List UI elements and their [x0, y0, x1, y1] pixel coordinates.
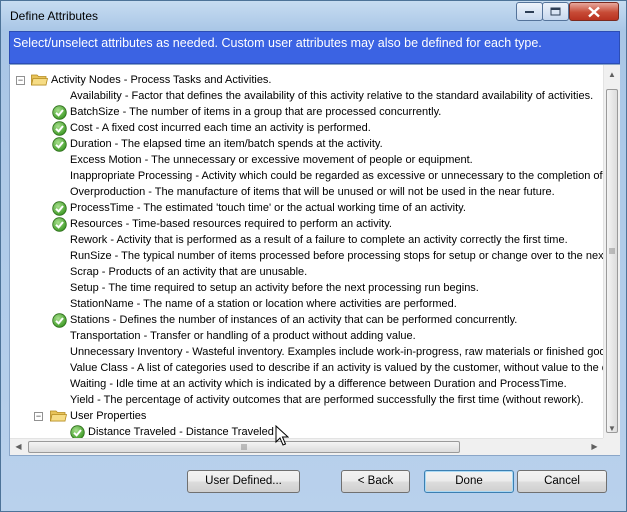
scroll-left-arrow-icon[interactable]: ◀ [10, 439, 27, 455]
minimize-icon [524, 10, 534, 13]
tree-attribute-item[interactable]: Duration - The elapsed time an item/batc… [70, 136, 383, 152]
horizontal-scroll-thumb[interactable] [28, 441, 460, 453]
checked-icon[interactable] [52, 313, 67, 328]
define-attributes-window: Define Attributes Select/unselect attrib… [0, 0, 627, 512]
checked-icon[interactable] [52, 121, 67, 136]
expander-icon[interactable]: − [34, 412, 43, 421]
tree-attribute-item[interactable]: Distance Traveled - Distance Traveled [88, 424, 274, 438]
checked-icon[interactable] [52, 201, 67, 216]
tree-attribute-item[interactable]: Yield - The percentage of activity outco… [70, 392, 584, 408]
folder-icon [49, 410, 68, 422]
expander-icon[interactable]: − [16, 76, 25, 85]
tree-group-item[interactable]: Activity Nodes - Process Tasks and Activ… [51, 72, 272, 88]
scroll-up-arrow-icon[interactable]: ▲ [604, 66, 620, 83]
tree-attribute-item[interactable]: Availability - Factor that defines the a… [70, 88, 593, 104]
tree-attribute-item[interactable]: Stations - Defines the number of instanc… [70, 312, 517, 328]
tree-attribute-item[interactable]: Excess Motion - The unnecessary or exces… [70, 152, 473, 168]
tree-attribute-item[interactable]: Transportation - Transfer or handling of… [70, 328, 416, 344]
checked-icon[interactable] [52, 217, 67, 232]
title-bar[interactable]: Define Attributes [1, 1, 626, 29]
tree-attribute-item[interactable]: Inappropriate Processing - Activity whic… [70, 168, 603, 184]
window-title: Define Attributes [10, 9, 99, 23]
maximize-button[interactable] [542, 2, 569, 21]
tree-attribute-item[interactable]: Unnecessary Inventory - Wasteful invento… [70, 344, 603, 360]
mouse-cursor-icon [275, 425, 289, 446]
back-button[interactable]: < Back [341, 470, 410, 493]
tree-attribute-item[interactable]: Value Class - A list of categories used … [70, 360, 603, 376]
done-button[interactable]: Done [424, 470, 514, 493]
cancel-button[interactable]: Cancel [517, 470, 607, 493]
attribute-tree-panel: − Activity Nodes - Process Tasks and Acti… [9, 64, 620, 456]
user-defined-button[interactable]: User Defined... [187, 470, 300, 493]
close-button[interactable] [569, 2, 619, 21]
tree-attribute-item[interactable]: Overproduction - The manufacture of item… [70, 184, 555, 200]
instruction-text: Select/unselect attributes as needed. Cu… [13, 36, 542, 50]
tree-group-item[interactable]: User Properties [70, 408, 146, 424]
attribute-tree[interactable]: − Activity Nodes - Process Tasks and Acti… [10, 65, 603, 438]
grip-icon [241, 444, 247, 450]
close-icon [588, 6, 600, 17]
tree-attribute-item[interactable]: RunSize - The typical number of items pr… [70, 248, 603, 264]
scrollbar-corner [603, 438, 620, 455]
tree-attribute-item[interactable]: StationName - The name of a station or l… [70, 296, 457, 312]
tree-attribute-item[interactable]: Waiting - Idle time at an activity which… [70, 376, 567, 392]
maximize-icon [550, 7, 560, 15]
checked-icon[interactable] [52, 137, 67, 152]
folder-icon [30, 74, 49, 86]
tree-attribute-item[interactable]: ProcessTime - The estimated 'touch time'… [70, 200, 466, 216]
instruction-banner: Select/unselect attributes as needed. Cu… [9, 31, 620, 64]
vertical-scroll-thumb[interactable] [606, 89, 618, 433]
vertical-scrollbar[interactable]: ▲ ▼ [603, 65, 620, 438]
tree-attribute-item[interactable]: Setup - The time required to setup an ac… [70, 280, 479, 296]
tree-attribute-item[interactable]: Resources - Time-based resources require… [70, 216, 392, 232]
tree-attribute-item[interactable]: Cost - A fixed cost incurred each time a… [70, 120, 371, 136]
horizontal-scrollbar[interactable]: ◀ ▶ [10, 438, 603, 455]
tree-attribute-item[interactable]: BatchSize - The number of items in a gro… [70, 104, 441, 120]
checked-icon[interactable] [52, 105, 67, 120]
minimize-button[interactable] [516, 2, 543, 21]
checked-icon[interactable] [70, 425, 85, 438]
scroll-down-arrow-icon[interactable]: ▼ [604, 420, 620, 437]
tree-attribute-item[interactable]: Rework - Activity that is performed as a… [70, 232, 568, 248]
scroll-right-arrow-icon[interactable]: ▶ [586, 439, 603, 455]
tree-attribute-item[interactable]: Scrap - Products of an activity that are… [70, 264, 307, 280]
grip-icon [609, 248, 615, 254]
